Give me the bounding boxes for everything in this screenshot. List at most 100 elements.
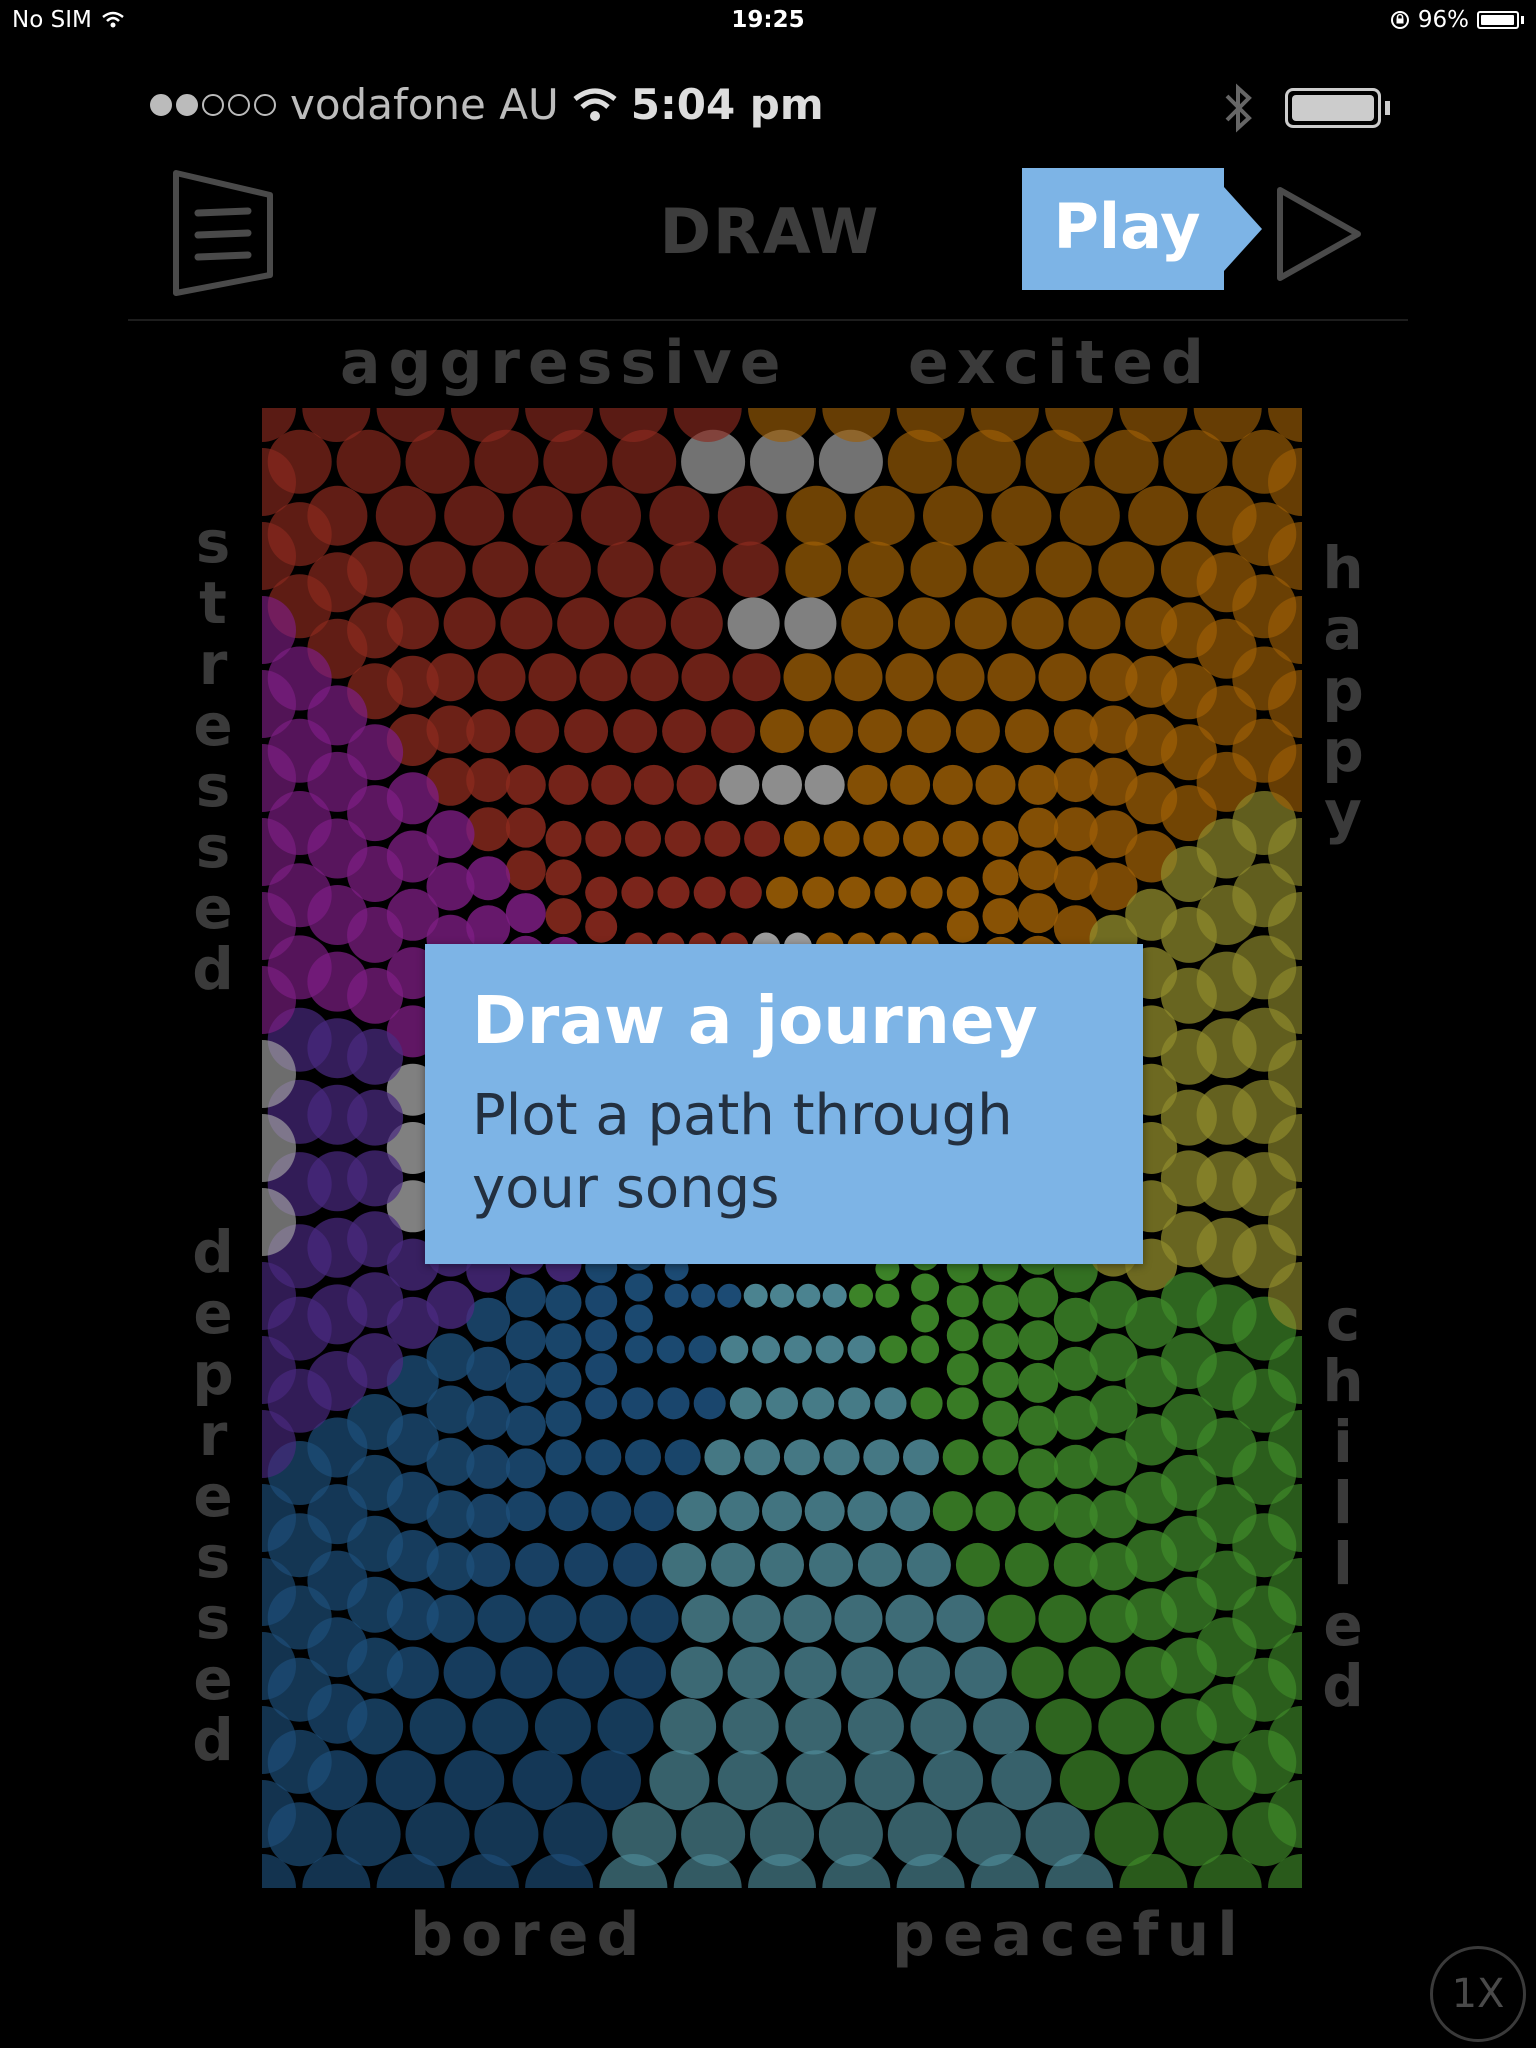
mood-dot[interactable]	[911, 1304, 940, 1333]
mood-dot[interactable]	[847, 1491, 888, 1532]
play-icon[interactable]	[1268, 182, 1368, 282]
mood-dot[interactable]	[762, 764, 802, 805]
mood-dot[interactable]	[783, 1335, 812, 1364]
mood-dot[interactable]	[505, 1405, 546, 1446]
mood-dot[interactable]	[579, 653, 628, 702]
mood-dot[interactable]	[770, 1283, 794, 1308]
mood-dot[interactable]	[649, 485, 710, 546]
mood-dot[interactable]	[744, 1439, 781, 1476]
mood-dot[interactable]	[785, 1698, 842, 1755]
mood-dot[interactable]	[581, 485, 641, 546]
mood-dot[interactable]	[676, 1491, 717, 1532]
mood-dot[interactable]	[932, 1491, 973, 1532]
mood-dot[interactable]	[591, 1491, 632, 1532]
mood-dot[interactable]	[834, 653, 883, 702]
mood-dot[interactable]	[841, 1646, 894, 1699]
mood-dot[interactable]	[711, 709, 755, 754]
mood-dot[interactable]	[982, 1323, 1019, 1360]
mood-dot[interactable]	[760, 1542, 804, 1587]
mood-dot[interactable]	[911, 1273, 940, 1302]
mood-dot[interactable]	[834, 1594, 883, 1643]
mood-dot[interactable]	[752, 1335, 781, 1364]
mood-dot[interactable]	[982, 1361, 1019, 1398]
mood-dot[interactable]	[804, 1491, 845, 1532]
mood-dot[interactable]	[946, 910, 979, 943]
mood-dot[interactable]	[987, 653, 1036, 702]
mood-dot[interactable]	[1128, 1750, 1189, 1811]
mood-dot[interactable]	[849, 1283, 873, 1308]
mood-dot[interactable]	[1018, 807, 1059, 848]
mood-dot[interactable]	[693, 1387, 726, 1420]
mood-dot[interactable]	[500, 1646, 553, 1699]
mood-dot[interactable]	[732, 1594, 781, 1643]
mood-dot[interactable]	[585, 1285, 618, 1318]
mood-dot[interactable]	[1018, 1405, 1059, 1446]
mood-dot[interactable]	[630, 653, 679, 702]
mood-dot[interactable]	[760, 709, 804, 754]
mood-dot[interactable]	[662, 709, 707, 754]
mood-dot[interactable]	[719, 764, 760, 805]
mood-dot[interactable]	[1018, 850, 1059, 891]
mood-dot[interactable]	[545, 1439, 582, 1476]
mood-dot[interactable]	[630, 1594, 679, 1643]
mood-dot[interactable]	[1018, 1320, 1059, 1361]
mood-dot[interactable]	[885, 1594, 934, 1643]
mood-dot[interactable]	[548, 1491, 589, 1532]
mood-dot[interactable]	[505, 1491, 546, 1532]
mood-dot[interactable]	[987, 1594, 1036, 1643]
mood-dot[interactable]	[545, 820, 582, 857]
mood-dot[interactable]	[505, 850, 546, 891]
mood-dot[interactable]	[625, 1439, 661, 1476]
mood-dot[interactable]	[657, 876, 690, 909]
mood-dot[interactable]	[1004, 1542, 1049, 1587]
mood-dot[interactable]	[1068, 597, 1121, 650]
speed-button[interactable]: 1X	[1430, 1946, 1526, 2042]
mood-dot[interactable]	[847, 764, 888, 805]
mood-dot[interactable]	[809, 709, 853, 754]
mood-dot[interactable]	[847, 1335, 876, 1364]
mood-dot[interactable]	[748, 1854, 816, 1888]
mood-dot[interactable]	[657, 1387, 690, 1420]
mood-dot[interactable]	[585, 1439, 622, 1476]
mood-dot[interactable]	[783, 1594, 832, 1643]
mood-dot[interactable]	[548, 764, 589, 805]
mood-dot[interactable]	[955, 1542, 1000, 1587]
mood-dot[interactable]	[515, 709, 560, 754]
mood-dot[interactable]	[729, 876, 762, 909]
mood-dot[interactable]	[624, 1304, 653, 1333]
mood-dot[interactable]	[784, 1646, 837, 1699]
mood-dot[interactable]	[545, 1323, 582, 1360]
mood-dot[interactable]	[1018, 1277, 1059, 1318]
mood-dot[interactable]	[786, 1750, 847, 1811]
mood-dot[interactable]	[982, 1439, 1019, 1476]
mood-dot[interactable]	[557, 1646, 610, 1699]
mood-dot[interactable]	[906, 709, 951, 754]
mood-dot[interactable]	[982, 820, 1019, 857]
mood-dot[interactable]	[613, 1542, 658, 1587]
mood-dot[interactable]	[954, 1646, 1007, 1699]
mood-dot[interactable]	[597, 1698, 654, 1755]
mood-dot[interactable]	[1011, 597, 1064, 650]
mood-dot[interactable]	[528, 1594, 577, 1643]
mood-dot[interactable]	[874, 876, 907, 909]
mood-dot[interactable]	[923, 1750, 983, 1811]
mood-dot[interactable]	[863, 820, 900, 857]
mood-dot[interactable]	[946, 1387, 979, 1420]
mood-dot[interactable]	[534, 1698, 591, 1755]
play-callout[interactable]: Play	[1022, 168, 1262, 290]
mood-dot[interactable]	[766, 1387, 798, 1420]
mood-dot[interactable]	[1018, 1448, 1059, 1489]
mood-dot[interactable]	[838, 876, 871, 909]
mood-dot[interactable]	[409, 541, 466, 598]
mood-dot[interactable]	[936, 653, 985, 702]
mood-dot[interactable]	[838, 1387, 871, 1420]
mood-dot[interactable]	[717, 1283, 742, 1308]
mood-dot[interactable]	[898, 597, 950, 650]
mood-dot[interactable]	[704, 1439, 741, 1476]
mood-dot[interactable]	[564, 1542, 609, 1587]
mood-dot[interactable]	[625, 820, 661, 857]
mood-dot[interactable]	[1035, 1698, 1092, 1755]
mood-dot[interactable]	[1038, 653, 1087, 702]
mood-dot[interactable]	[505, 807, 546, 848]
mood-dot[interactable]	[1004, 709, 1049, 754]
